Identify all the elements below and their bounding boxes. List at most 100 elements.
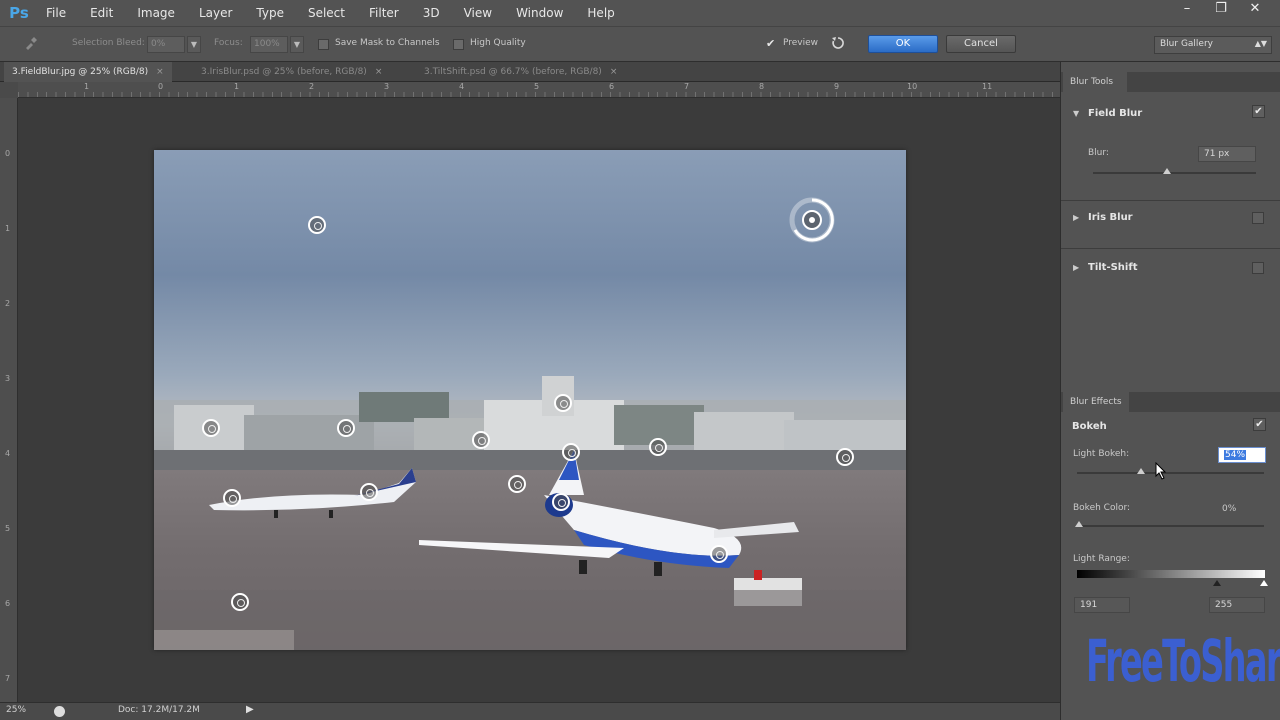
blur-pin[interactable] [360,483,378,501]
close-icon[interactable]: × [156,67,164,77]
menu-3d[interactable]: 3D [411,0,452,26]
blur-pin[interactable] [308,216,326,234]
divider [1061,200,1280,201]
blur-pin[interactable] [836,448,854,466]
ruler-tick: 6 [609,82,615,91]
light-range-label: Light Range: [1073,554,1130,564]
menu-image[interactable]: Image [125,0,187,26]
light-range-max-thumb[interactable] [1260,580,1268,586]
selection-bleed-field[interactable]: 0% [147,36,185,53]
zoom-level[interactable]: 25% [6,705,26,715]
mouse-cursor-icon [1155,461,1167,480]
menu-filter[interactable]: Filter [357,0,411,26]
bokeh-check-icon[interactable]: ✔ [1253,418,1266,431]
menu-file[interactable]: File [34,0,78,26]
ruler-tick: 2 [309,82,315,91]
blur-pin[interactable] [649,438,667,456]
bokeh-color-slider[interactable] [1077,525,1264,527]
blur-slider-thumb[interactable] [1163,168,1171,174]
close-icon[interactable]: × [375,67,383,77]
photoshop-logo: Ps [9,4,29,22]
field-blur-check-icon[interactable]: ✔ [1252,105,1265,118]
light-range-gradient[interactable] [1077,570,1265,578]
ruler-tick: 2 [5,299,11,308]
menu-help[interactable]: Help [575,0,626,26]
collapsed-triangle-icon[interactable]: ▶ [1073,263,1079,272]
bokeh-color-slider-thumb[interactable] [1075,521,1083,527]
blur-pin[interactable] [552,493,570,511]
menu-type[interactable]: Type [244,0,296,26]
active-blur-pin[interactable] [788,196,836,244]
document-image[interactable] [154,150,906,650]
status-bar: 25% Doc: 17.2M/17.2M ▶ [0,702,1060,720]
pin-tool-icon[interactable] [22,36,38,52]
blur-pin[interactable] [562,443,580,461]
menu-edit[interactable]: Edit [78,0,125,26]
field-blur-title[interactable]: Field Blur [1088,108,1142,119]
canvas-area[interactable] [18,98,1060,702]
light-bokeh-slider-thumb[interactable] [1137,468,1145,474]
cancel-button[interactable]: Cancel [946,35,1016,53]
collapsed-triangle-icon[interactable]: ▶ [1073,213,1079,222]
light-range-max-field[interactable]: 255 [1209,597,1265,613]
high-quality-checkbox[interactable] [453,39,464,50]
blur-label: Blur: [1088,148,1109,158]
light-bokeh-label: Light Bokeh: [1073,449,1130,459]
blur-amount-field[interactable]: 71 px [1198,146,1256,162]
blur-tools-tabrow: Blur Tools [1061,72,1280,92]
iris-blur-title[interactable]: Iris Blur [1088,212,1133,223]
blur-pin[interactable] [710,545,728,563]
selection-bleed-dropdown[interactable]: ▼ [187,36,201,53]
menu-select[interactable]: Select [296,0,357,26]
tab-fieldblur[interactable]: 3.FieldBlur.jpg @ 25% (RGB/8) × [4,62,172,82]
ruler-tick: 1 [234,82,240,91]
blur-pin[interactable] [202,419,220,437]
blur-pin[interactable] [554,394,572,412]
blur-pin[interactable] [337,419,355,437]
ruler-tick: 9 [834,82,840,91]
preview-check-icon[interactable]: ✔ [766,37,775,50]
bokeh-color-value[interactable]: 0% [1222,504,1236,514]
tab-tiltshift[interactable]: 3.TiltShift.psd @ 66.7% (before, RGB/8) × [416,62,625,82]
minimize-button[interactable]: – [1170,0,1204,20]
menu-layer[interactable]: Layer [187,0,244,26]
play-arrow-icon[interactable]: ▶ [246,704,254,715]
save-mask-checkbox[interactable] [318,39,329,50]
ruler-tick: 3 [5,374,11,383]
ruler-tick: 5 [534,82,540,91]
iris-blur-checkbox[interactable] [1252,212,1264,224]
tab-label: 3.IrisBlur.psd @ 25% (before, RGB/8) [201,67,367,77]
expanded-triangle-icon[interactable]: ▼ [1073,109,1079,118]
blur-pin[interactable] [508,475,526,493]
light-range-min-thumb[interactable] [1213,580,1221,586]
tab-irisblur[interactable]: 3.IrisBlur.psd @ 25% (before, RGB/8) × [193,62,390,82]
workspace-select[interactable]: Blur Gallery ▲▼ [1154,36,1272,54]
light-range-min-field[interactable]: 191 [1074,597,1130,613]
tilt-shift-checkbox[interactable] [1252,262,1264,274]
close-window-button[interactable]: ✕ [1238,0,1272,20]
tab-blur-tools[interactable]: Blur Tools [1063,72,1127,92]
blur-panel: Blur Tools ▼ Field Blur ✔ Blur: 71 px ▶ … [1060,62,1280,720]
ruler-tick: 4 [5,449,11,458]
blur-pin[interactable] [223,489,241,507]
tab-blur-effects[interactable]: Blur Effects [1063,392,1129,412]
light-bokeh-slider[interactable] [1077,472,1264,474]
focus-dropdown[interactable]: ▼ [290,36,304,53]
chevron-down-icon: ▲▼ [1254,39,1267,48]
status-info-icon[interactable] [54,706,65,717]
divider [1061,248,1280,249]
focus-field[interactable]: 100% [250,36,288,53]
reset-icon[interactable] [830,35,846,51]
blur-pin[interactable] [231,593,249,611]
light-bokeh-field[interactable]: 54% [1218,447,1266,463]
blur-slider[interactable] [1093,172,1256,174]
ruler-tick: 1 [84,82,90,91]
tilt-shift-title[interactable]: Tilt-Shift [1088,262,1138,273]
ok-button[interactable]: OK [868,35,938,53]
restore-button[interactable]: ❐ [1204,0,1238,20]
close-icon[interactable]: × [610,67,618,77]
menu-window[interactable]: Window [504,0,575,26]
blur-pin[interactable] [472,431,490,449]
menu-view[interactable]: View [452,0,504,26]
tab-label: 3.TiltShift.psd @ 66.7% (before, RGB/8) [424,67,602,77]
